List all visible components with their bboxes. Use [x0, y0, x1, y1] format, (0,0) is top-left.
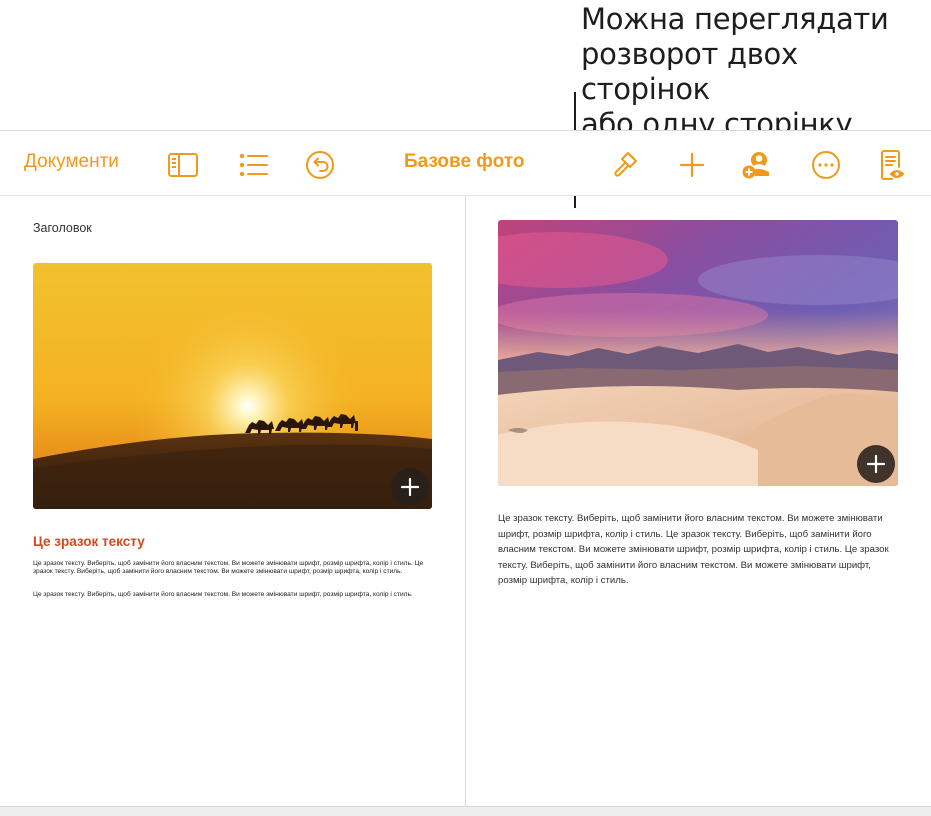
left-page-header[interactable]: Заголовок	[33, 221, 92, 235]
right-page-paragraph[interactable]: Це зразок тексту. Виберіть, щоб замінити…	[498, 511, 902, 589]
sidebar-icon[interactable]	[167, 149, 199, 181]
left-page-subhead[interactable]: Це зразок тексту	[33, 534, 145, 549]
plus-icon[interactable]	[676, 149, 708, 181]
paintbrush-icon[interactable]	[610, 149, 642, 181]
add-person-icon[interactable]	[740, 149, 772, 181]
plus-icon	[400, 477, 420, 497]
toolbar: Документи Базове фото	[0, 131, 931, 196]
undo-icon[interactable]	[304, 149, 336, 181]
reading-view-icon[interactable]	[876, 149, 908, 181]
add-media-button[interactable]	[391, 468, 429, 506]
add-media-button[interactable]	[857, 445, 895, 483]
page-divider	[465, 196, 466, 808]
desert-dunes-photo[interactable]	[498, 220, 898, 486]
left-page-paragraph-2[interactable]: Це зразок тексту. Виберіть, щоб замінити…	[33, 591, 443, 599]
pages-app-window: Документи Базове фото Заголовок Це зразо…	[0, 130, 931, 816]
document-title[interactable]: Базове фото	[404, 151, 524, 173]
callout-text: Можна переглядати розворот двох сторінок…	[581, 2, 889, 141]
plus-icon	[866, 454, 886, 474]
documents-button[interactable]: Документи	[24, 151, 119, 173]
bottom-bar	[0, 806, 931, 816]
list-icon[interactable]	[238, 149, 270, 181]
left-page-paragraph-1[interactable]: Це зразок тексту. Виберіть, щоб замінити…	[33, 560, 443, 577]
more-icon[interactable]	[810, 149, 842, 181]
page-spread: Заголовок Це зразок тексту Це зразок тек…	[0, 196, 931, 808]
desert-sunset-photo[interactable]	[33, 263, 432, 509]
